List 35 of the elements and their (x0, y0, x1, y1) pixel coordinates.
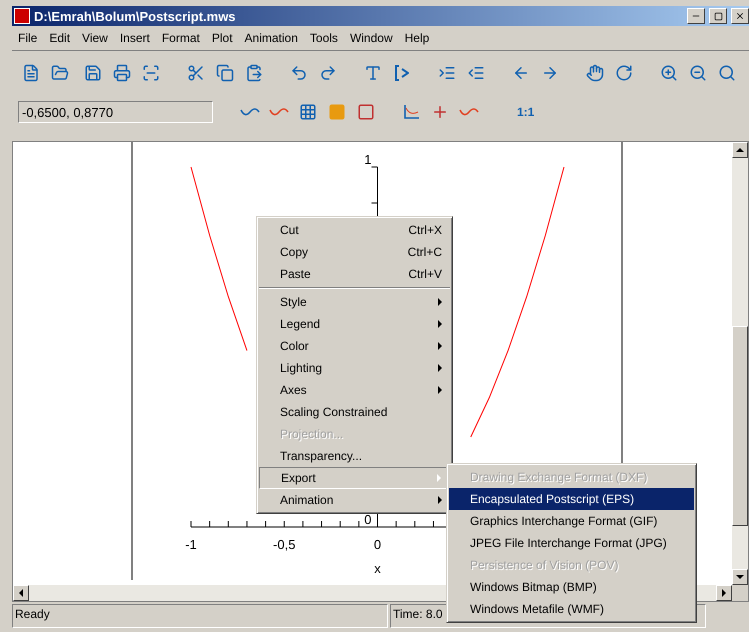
menu-item[interactable]: Window (344, 31, 399, 45)
context-menu-item[interactable]: Color (259, 335, 450, 357)
context-menu-item[interactable]: Transparency... (259, 445, 450, 467)
x-tick-label: -0,5 (273, 537, 296, 552)
submenu-item[interactable]: Encapsulated Postscript (EPS) (449, 488, 694, 510)
y-tick-label: 0 (364, 512, 372, 527)
menu-item[interactable]: Plot (206, 31, 239, 45)
x-tick-label: -1 (185, 537, 197, 552)
y-tick-label: 1 (364, 152, 372, 167)
context-menu-item[interactable]: Paste Ctrl+V (259, 263, 450, 285)
status-message: Ready (12, 604, 388, 628)
menu-item[interactable]: File (12, 31, 44, 45)
menu-item[interactable]: Animation (238, 31, 304, 45)
context-menu-item[interactable]: Lighting (259, 357, 450, 379)
x-tick-label: 0 (374, 537, 382, 552)
x-axis-label: x (374, 561, 381, 576)
menu-item[interactable]: Tools (304, 31, 344, 45)
context-menu-item[interactable]: Style (259, 291, 450, 313)
context-menu-item[interactable]: Scaling Constrained (259, 401, 450, 423)
menu-item[interactable]: View (76, 31, 114, 45)
window-title: D:\Emrah\Bolum\Postscript.mws (34, 8, 237, 24)
menu-item[interactable]: Insert (114, 31, 156, 45)
submenu-item[interactable]: Graphics Interchange Format (GIF) (449, 510, 694, 532)
menu-item[interactable]: Help (398, 31, 436, 45)
coordinates-field[interactable]: -0,6500, 0,8770 (18, 101, 213, 123)
menu-item[interactable]: Edit (43, 31, 76, 45)
menu-item[interactable]: Format (156, 31, 206, 45)
context-menu-item[interactable]: Axes (259, 379, 450, 401)
context-menu-item[interactable]: Cut Ctrl+X (259, 219, 450, 241)
context-menu-item[interactable]: Legend (259, 313, 450, 335)
context-menu-item[interactable]: Copy Ctrl+C (259, 241, 450, 263)
submenu-item[interactable]: JPEG File Interchange Format (JPG) (449, 532, 694, 554)
context-menu-item[interactable]: Animation (259, 489, 450, 511)
submenu-item[interactable]: Windows Bitmap (BMP) (449, 576, 694, 598)
aspect-ratio-button[interactable]: 1:1 (515, 103, 536, 121)
